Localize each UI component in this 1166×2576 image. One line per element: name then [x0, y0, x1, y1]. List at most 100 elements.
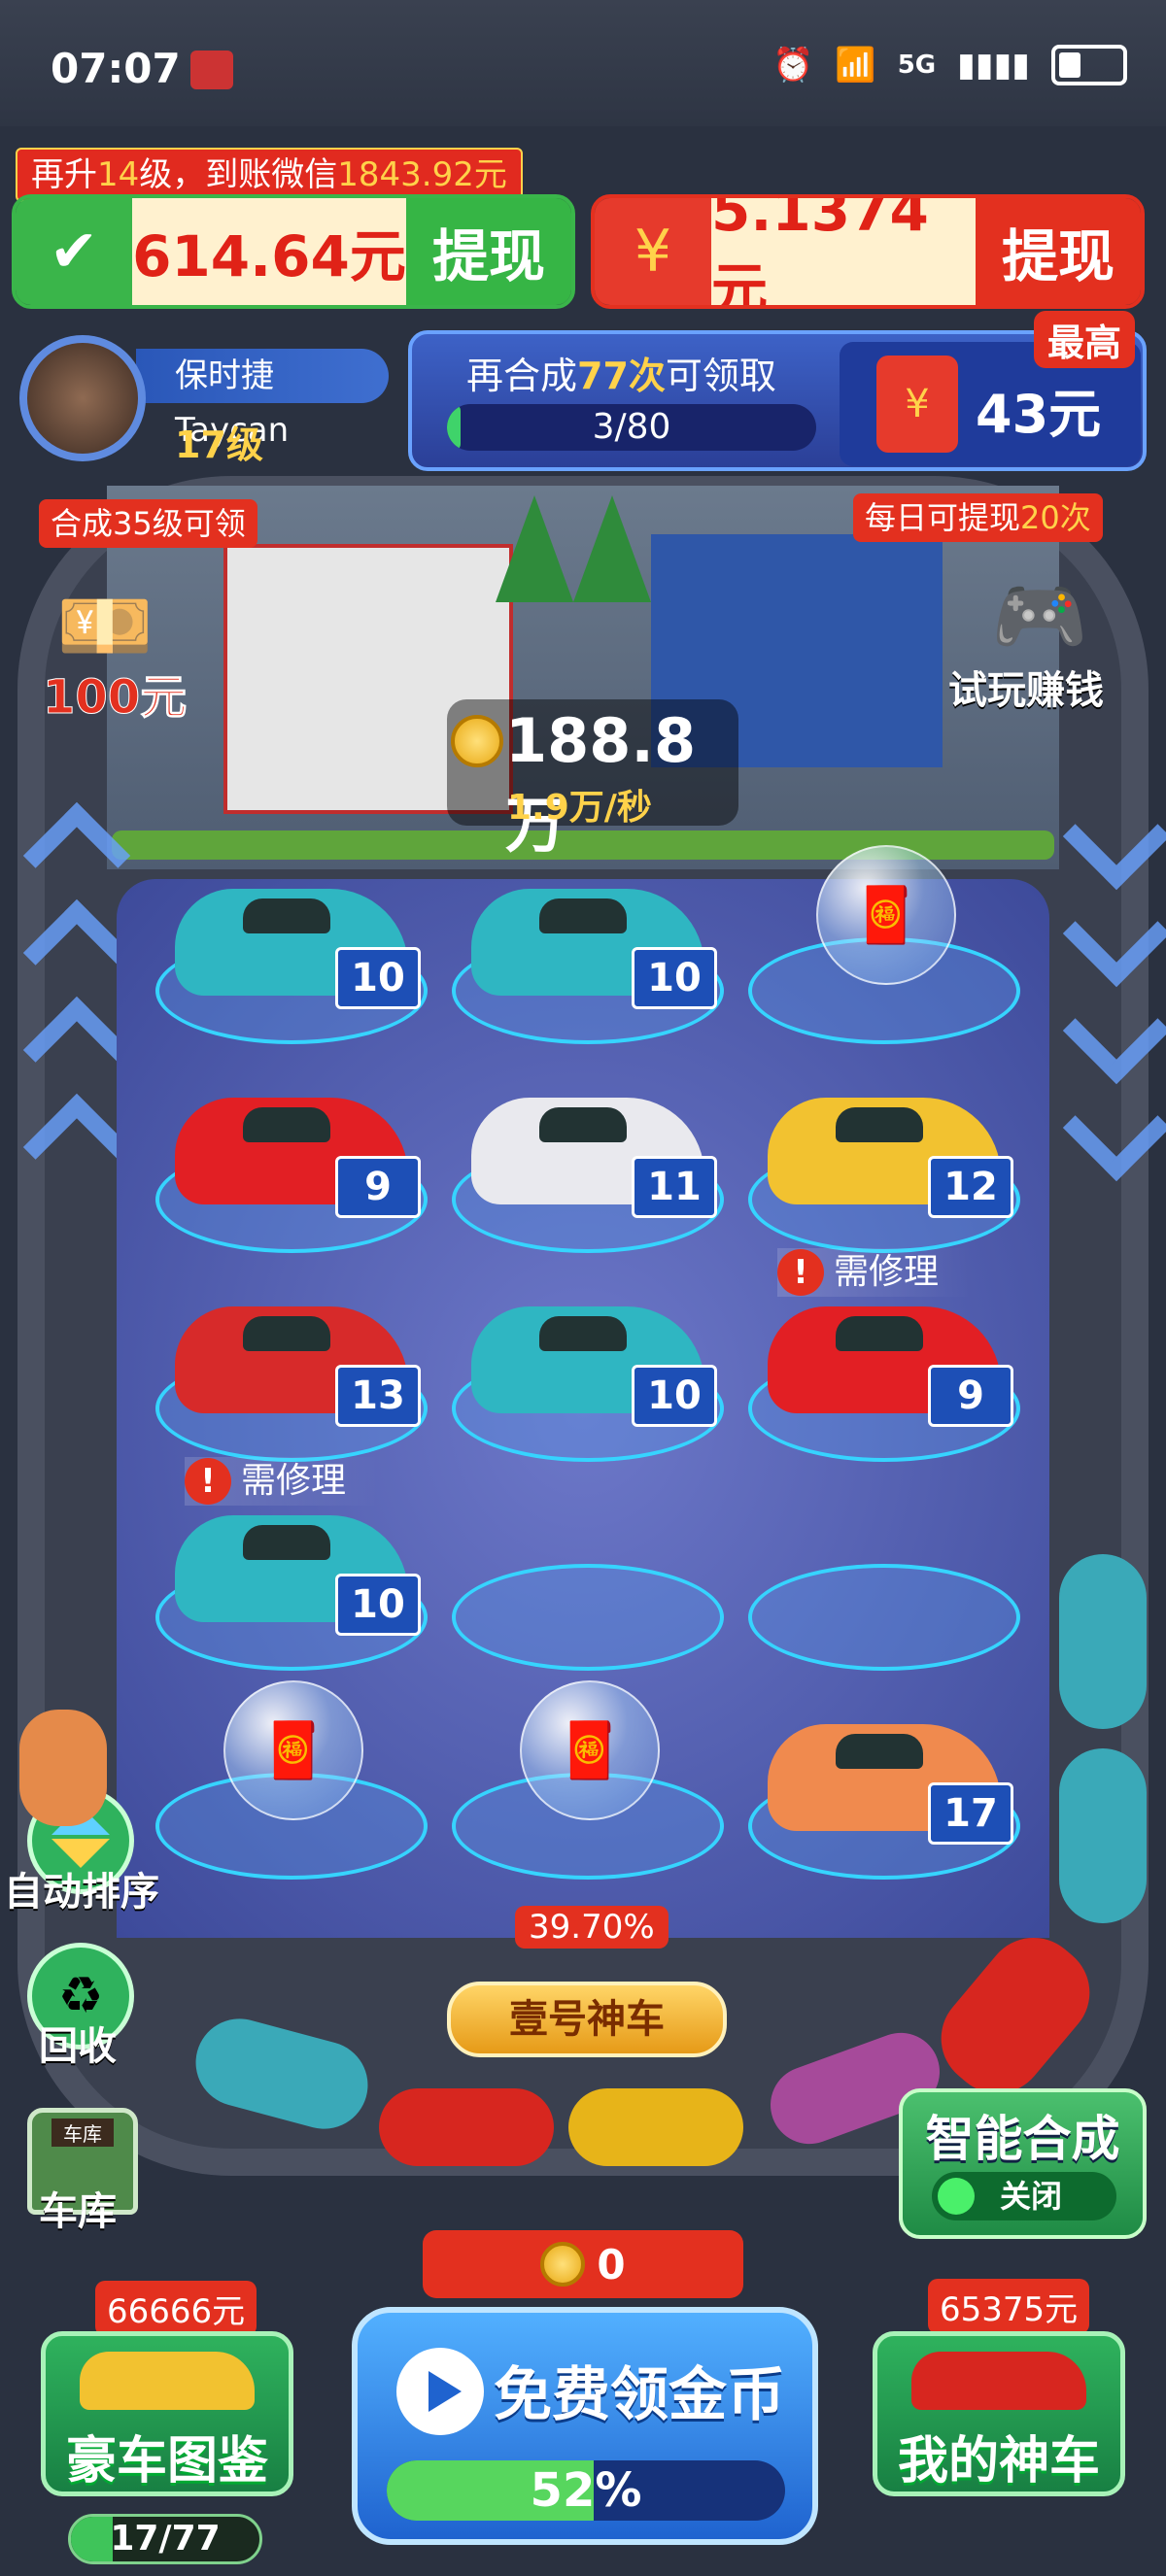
car-level-badge: 9 — [335, 1156, 421, 1218]
wechat-icon: ✔ — [16, 198, 132, 305]
merge-board: 10 10 🧧 9 11 12 13 10 9! 需修理 10! 需修理 🧧 🧧 17 — [117, 845, 1049, 1938]
luxury-collection-bar: 17/77 — [68, 2514, 262, 2564]
tree-icon — [573, 495, 651, 602]
red-envelope-icon: ¥ — [595, 198, 711, 305]
legendary-chance: 39.70% — [515, 1906, 669, 1949]
repair-label: 需修理 — [241, 1461, 347, 1501]
luxury-car-icon — [80, 2352, 255, 2410]
red-envelope-icon: ¥ — [876, 356, 958, 453]
max-reward-amount: 43元 — [976, 384, 1102, 445]
wechat-amount: 614.64元 — [132, 198, 406, 305]
garage-label[interactable]: 车库 — [39, 2180, 117, 2236]
merge-prefix: 再合成 — [466, 355, 578, 397]
track-car — [1059, 1554, 1147, 1729]
redpacket-withdraw-button[interactable]: 提现 — [976, 198, 1141, 305]
banner-mid: 级，到账微信 — [139, 155, 338, 194]
coin-counter: 188.8万 1.9万/秒 — [447, 699, 738, 861]
merge-suffix: 可领取 — [665, 355, 776, 397]
my-car-button[interactable]: 我的神车 — [873, 2331, 1125, 2496]
garage-sign: 车库 — [51, 2118, 114, 2147]
smart-merge-title: 智能合成 — [925, 2111, 1120, 2167]
car-level-badge: 10 — [632, 1365, 717, 1427]
wifi-icon: 📶 — [835, 46, 876, 85]
repair-tag[interactable]: ! 需修理 — [777, 1248, 972, 1297]
chevron-down-icon — [1062, 976, 1166, 1085]
repair-tag[interactable]: ! 需修理 — [185, 1457, 379, 1506]
track-car — [19, 1710, 107, 1826]
chevron-down-icon — [1062, 879, 1166, 988]
left-reward-tag: 合成35级可领 — [39, 499, 257, 548]
track-car — [379, 2088, 554, 2166]
car-level-badge: 10 — [335, 1574, 421, 1636]
luxury-catalog-button[interactable]: 豪车图鉴 — [41, 2331, 293, 2496]
luxury-collection-text: 17/77 — [110, 2519, 221, 2559]
coin-rate: 1.9万/秒 — [507, 788, 652, 828]
right-tag-prefix: 每日可提现 — [865, 499, 1021, 536]
car-level-badge: 11 — [632, 1156, 717, 1218]
player-level: 17级 — [175, 424, 263, 466]
free-coin-count: 0 — [597, 2240, 626, 2288]
track-car — [1059, 1748, 1147, 1923]
app-badge-icon — [190, 51, 233, 89]
chevron-up-icon — [22, 898, 131, 1007]
player-car-name: 保时捷 Taycan — [136, 349, 389, 450]
tree-icon — [496, 495, 573, 602]
board-slot[interactable] — [748, 1564, 1020, 1671]
merge-progress-text: 3/80 — [592, 407, 671, 447]
network-label: 5G — [897, 51, 937, 80]
smart-merge-toggle[interactable]: 关闭 — [932, 2172, 1116, 2220]
wechat-wallet: ✔ 614.64元 提现 — [12, 194, 575, 309]
chevron-down-icon — [1062, 1073, 1166, 1182]
free-coins-progress-bar: 52% — [387, 2460, 785, 2521]
track-car — [568, 2088, 743, 2166]
recycle-label[interactable]: 回收 — [39, 2015, 117, 2071]
status-icons: ⏰ 📶 5G ▮▮▮▮ — [772, 45, 1127, 85]
status-bar: 07:07 ⏰ 📶 5G ▮▮▮▮ — [0, 0, 1166, 126]
car-level-badge: 12 — [928, 1156, 1013, 1218]
chevrons-down-right — [1062, 777, 1166, 1182]
redpacket-wallet: ¥ 5.1374元 提现 — [591, 194, 1145, 309]
chevron-up-icon — [22, 801, 131, 910]
chevron-up-icon — [22, 1093, 131, 1202]
banner-prefix: 再升 — [31, 155, 97, 194]
wechat-withdraw-button[interactable]: 提现 — [406, 198, 571, 305]
my-car-price: 65375元 — [928, 2279, 1090, 2334]
red-envelope-bubble-icon[interactable]: 🧧 — [223, 1680, 363, 1820]
chevrons-up-left — [22, 797, 131, 1202]
race-car-icon — [911, 2352, 1086, 2410]
chevron-up-icon — [22, 996, 131, 1104]
repair-label: 需修理 — [834, 1252, 940, 1292]
merge-task-panel[interactable]: 再合成77次可领取 3/80 ¥ 43元 最高 — [408, 311, 1147, 471]
red-envelope-bubble-icon[interactable]: 🧧 — [520, 1680, 660, 1820]
car-level-badge: 17 — [928, 1782, 1013, 1845]
warning-icon: ! — [777, 1249, 824, 1296]
car-level-badge: 9 — [928, 1365, 1013, 1427]
warning-icon: ! — [185, 1458, 231, 1505]
merge-task-title: 再合成77次可领取 — [466, 346, 776, 399]
coin-icon — [451, 715, 503, 767]
toggle-text: 关闭 — [1000, 2178, 1063, 2215]
board-slot[interactable] — [452, 1564, 724, 1671]
play-icon — [396, 2348, 484, 2435]
banner-amount: 1843.92元 — [337, 155, 507, 194]
car-level-badge: 10 — [632, 947, 717, 1009]
toggle-knob — [938, 2178, 975, 2215]
free-coins-percent: 52% — [530, 2463, 642, 2518]
banner-levels: 14 — [97, 155, 140, 194]
car-level-badge: 13 — [335, 1365, 421, 1427]
avatar[interactable] — [19, 335, 146, 461]
max-tag: 最高 — [1034, 311, 1136, 368]
luxury-label: 豪车图鉴 — [65, 2432, 268, 2491]
play-earn-label: 试玩赚钱 — [948, 668, 1104, 713]
player-card[interactable]: 保时捷 Taycan 17级 — [19, 335, 389, 466]
coin-icon — [540, 2242, 586, 2287]
legendary-car-button[interactable]: 壹号神车 — [447, 1982, 727, 2057]
redpacket-amount: 5.1374元 — [711, 198, 976, 305]
auto-sort-label[interactable]: 自动排序 — [4, 1860, 159, 1916]
right-reward-tag: 每日可提现20次 — [853, 493, 1103, 542]
free-coins-label: 免费领金币 — [494, 2361, 785, 2429]
smart-merge-panel[interactable]: 智能合成 关闭 — [899, 2088, 1147, 2239]
car-level-badge: 10 — [335, 947, 421, 1009]
red-envelope-bubble-icon[interactable]: 🧧 — [816, 845, 956, 985]
free-coins-button[interactable]: 免费领金币 52% — [352, 2307, 818, 2545]
